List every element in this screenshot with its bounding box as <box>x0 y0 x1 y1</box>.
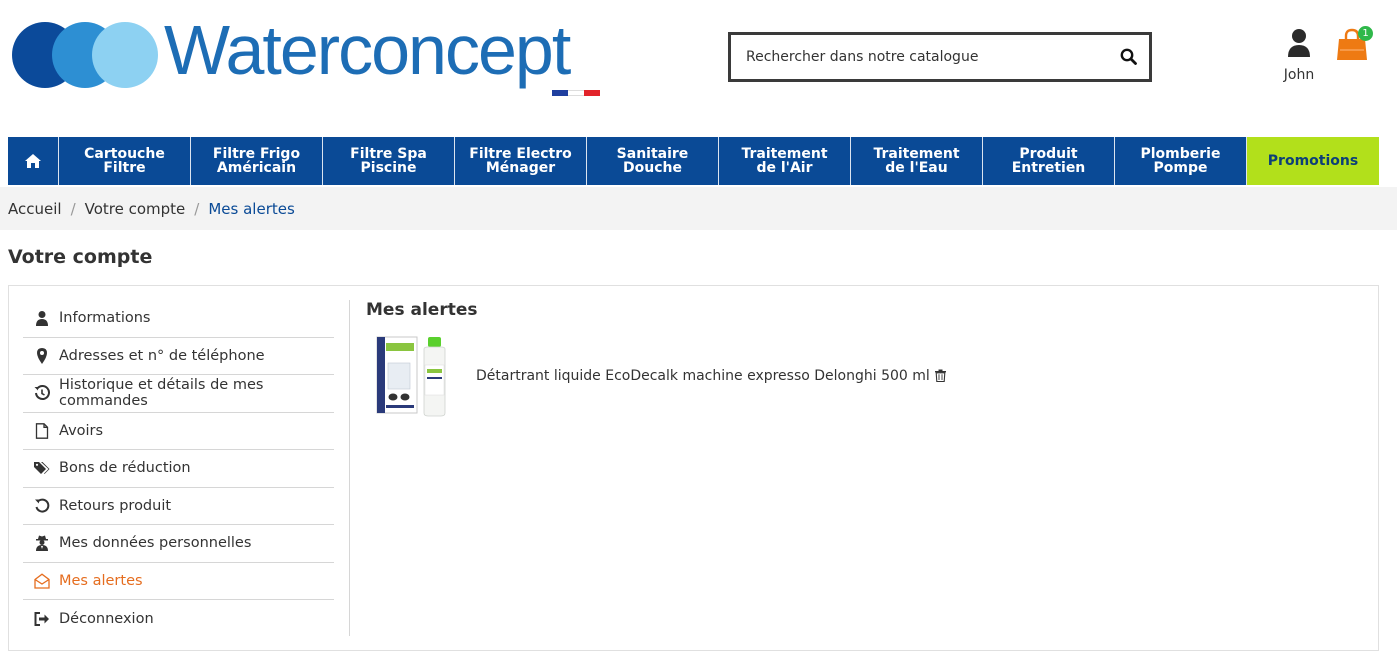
nav-label-line2: Pompe <box>1153 160 1208 176</box>
nav-home[interactable] <box>8 137 59 185</box>
user-name: John <box>1283 67 1315 83</box>
nav-traitement-air[interactable]: Traitement de l'Air <box>719 137 851 185</box>
user-account-link[interactable]: John <box>1276 28 1322 88</box>
nav-filtre-frigo[interactable]: Filtre Frigo Américain <box>191 137 323 185</box>
main-nav: Cartouche Filtre Filtre Frigo Américain Fi… <box>8 137 1379 185</box>
history-icon <box>34 385 50 401</box>
breadcrumb-current: Mes alertes <box>208 199 295 218</box>
sidebar-item-informations[interactable]: Informations <box>23 300 334 338</box>
sidebar-item-label: Historique et détails de mes commandes <box>59 377 264 410</box>
nav-label-line1: Filtre Spa <box>350 146 427 162</box>
sidebar-item-donnees[interactable]: Mes données personnelles <box>23 525 334 563</box>
nav-label-line2: Douche <box>623 160 682 176</box>
home-icon <box>25 154 41 168</box>
alert-item: Détartrant liquide EcoDecalk machine exp… <box>366 333 1346 418</box>
sign-out-icon <box>34 611 49 626</box>
sidebar-item-label: Déconnexion <box>59 610 154 627</box>
nav-sanitaire[interactable]: Sanitaire Douche <box>587 137 719 185</box>
nav-plomberie[interactable]: Plomberie Pompe <box>1115 137 1247 185</box>
sidebar-item-deconnexion[interactable]: Déconnexion <box>23 600 334 638</box>
account-sidebar: Informations Adresses et n° de téléphone… <box>23 300 334 638</box>
nav-cartouche-filtre[interactable]: Cartouche Filtre <box>59 137 191 185</box>
sidebar-item-adresses[interactable]: Adresses et n° de téléphone <box>23 338 334 375</box>
logo-circles <box>12 22 158 88</box>
nav-label-line1: Sanitaire <box>616 146 689 162</box>
page-title: Votre compte <box>8 246 153 268</box>
nav-filtre-spa[interactable]: Filtre Spa Piscine <box>323 137 455 185</box>
nav-label-line2: Entretien <box>1011 160 1086 176</box>
file-icon <box>35 422 49 439</box>
sidebar-item-historique[interactable]: Historique et détails de mes commandes <box>23 375 334 413</box>
nav-filtre-electro[interactable]: Filtre Electro Ménager <box>455 137 587 185</box>
nav-label-line1: Filtre Frigo <box>212 146 301 162</box>
sidebar-item-label: Retours produit <box>59 497 172 514</box>
site-logo[interactable]: Waterconcept <box>12 11 604 104</box>
nav-label-line1: Filtre Electro <box>469 146 572 162</box>
sidebar-item-bons[interactable]: Bons de réduction <box>23 450 334 488</box>
nav-label-line1: Cartouche <box>84 146 165 162</box>
breadcrumb: Accueil / Votre compte / Mes alertes <box>0 187 1397 230</box>
breadcrumb-separator: / <box>194 199 200 218</box>
nav-produit-entretien[interactable]: Produit Entretien <box>983 137 1115 185</box>
sidebar-item-avoirs[interactable]: Avoirs <box>23 413 334 450</box>
sidebar-item-alertes[interactable]: Mes alertes <box>23 563 334 600</box>
nav-label-line2: Piscine <box>360 160 417 176</box>
nav-label-line2: de l'Air <box>756 160 813 176</box>
alerts-title: Mes alertes <box>366 300 478 320</box>
sidebar-item-retours[interactable]: Retours produit <box>23 488 334 525</box>
french-flag <box>552 90 600 96</box>
nav-label-line2: Américain <box>216 160 297 176</box>
nav-label-line1: Traitement <box>741 146 828 162</box>
alerts-content: Mes alertes Détartrant liquide EcoDecalk… <box>366 300 1346 418</box>
envelope-open-icon <box>34 573 50 589</box>
alert-product-name[interactable]: Détartrant liquide EcoDecalk machine exp… <box>476 368 930 384</box>
map-marker-icon <box>37 347 47 364</box>
cart-count-badge: 1 <box>1358 26 1373 41</box>
sidebar-item-label: Adresses et n° de téléphone <box>59 347 265 364</box>
user-icon <box>36 311 48 327</box>
tags-icon <box>34 462 50 475</box>
breadcrumb-accueil[interactable]: Accueil <box>8 200 62 218</box>
nav-label-line1: Plomberie <box>1140 146 1221 162</box>
nav-label-line2: de l'Eau <box>885 160 948 176</box>
trash-icon[interactable] <box>934 369 947 382</box>
sidebar-item-label: Bons de réduction <box>59 460 191 477</box>
nav-label-line2: Filtre <box>103 160 146 176</box>
logo-wordmark: Waterconcept <box>164 11 571 89</box>
sidebar-item-label: Mes données personnelles <box>59 535 252 552</box>
user-icon <box>1288 29 1310 57</box>
user-secret-icon <box>36 535 48 552</box>
nav-traitement-eau[interactable]: Traitement de l'Eau <box>851 137 983 185</box>
nav-label-line1: Traitement <box>873 146 960 162</box>
sidebar-item-label: Informations <box>59 310 151 327</box>
breadcrumb-separator: / <box>70 199 76 218</box>
logo-circle-light <box>92 22 158 88</box>
account-panel: Informations Adresses et n° de téléphone… <box>8 285 1379 651</box>
cart-button[interactable]: 1 <box>1334 26 1376 66</box>
sidebar-item-label: Avoirs <box>59 422 104 439</box>
product-image[interactable] <box>374 333 454 418</box>
sidebar-item-label: Mes alertes <box>59 572 143 589</box>
search-input[interactable] <box>731 35 1111 79</box>
nav-label-line1: Produit <box>1019 146 1078 162</box>
nav-promotions[interactable]: Promotions <box>1247 137 1379 185</box>
undo-icon <box>35 498 50 513</box>
sidebar-divider <box>349 300 350 636</box>
search-box <box>728 32 1152 82</box>
nav-label-line2: Ménager <box>485 160 556 176</box>
breadcrumb-votre-compte[interactable]: Votre compte <box>85 200 186 218</box>
search-icon[interactable] <box>1119 47 1139 67</box>
